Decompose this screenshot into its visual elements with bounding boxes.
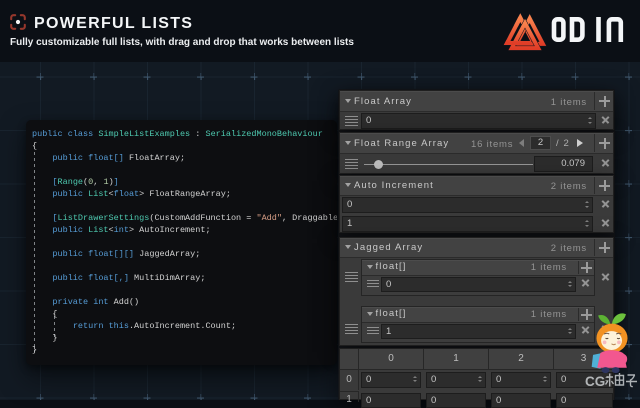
svg-text:CG: CG (585, 374, 605, 389)
